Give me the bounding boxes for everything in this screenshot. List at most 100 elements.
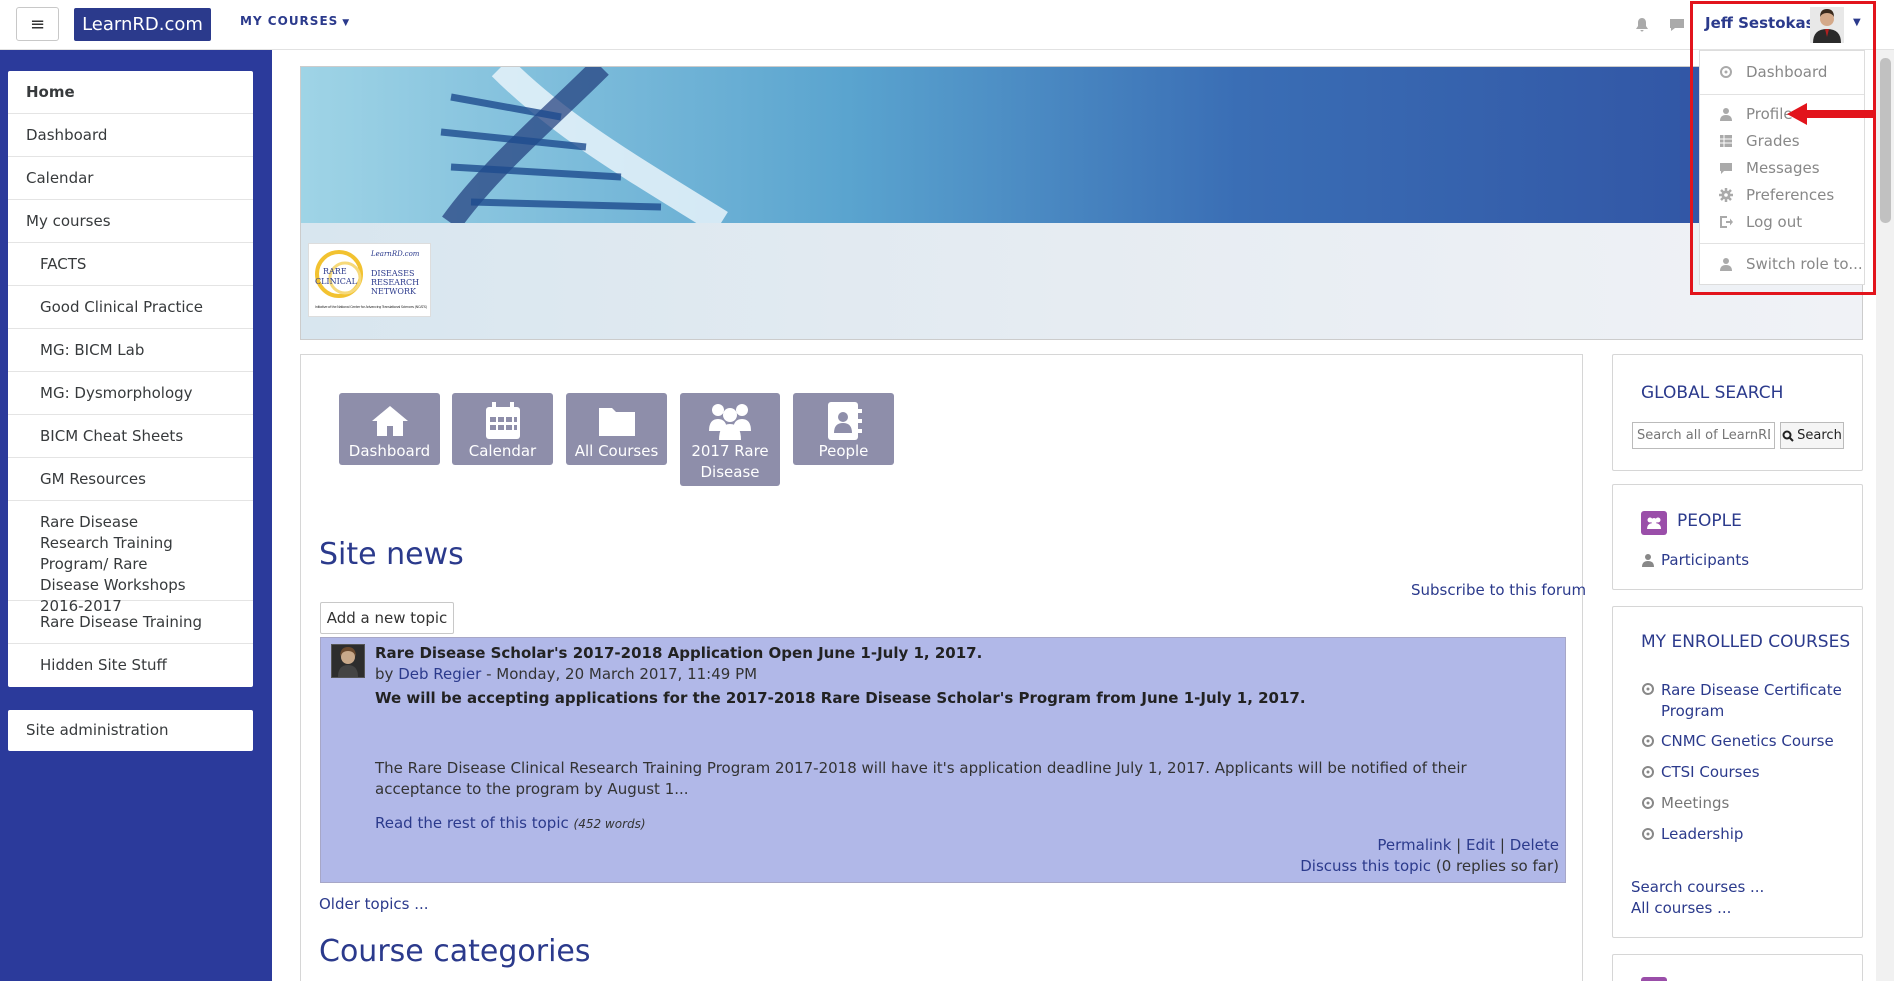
nav-item-dashboard[interactable]: Dashboard <box>8 114 253 157</box>
tile-label-line1: 2017 Rare <box>691 442 769 460</box>
people-title: PEOPLE <box>1677 511 1742 531</box>
edit-link[interactable]: Edit <box>1466 836 1495 854</box>
enrolled-courses-title: MY ENROLLED COURSES <box>1641 632 1851 652</box>
group-icon <box>707 401 753 441</box>
participants-icon <box>1641 553 1655 571</box>
svg-text:RARE: RARE <box>323 267 347 276</box>
older-topics-link[interactable]: Older topics ... <box>319 895 429 913</box>
course-icon <box>1641 796 1655 814</box>
nav-admin-block: Site administration <box>8 710 253 751</box>
tile-dashboard[interactable]: Dashboard <box>339 393 440 465</box>
course-link-leadership[interactable]: Leadership <box>1661 825 1743 843</box>
add-topic-button[interactable]: Add a new topic <box>320 602 454 634</box>
drawer-toggle-button[interactable]: ≡ <box>16 7 59 41</box>
nav-item-site-admin[interactable]: Site administration <box>8 710 253 751</box>
global-search-input[interactable] <box>1632 422 1775 449</box>
post-by: by <box>375 665 394 683</box>
post-actions: Permalink | Edit | Delete <box>1377 836 1559 854</box>
people-icon <box>1641 511 1667 535</box>
block-icon <box>1641 977 1667 981</box>
tile-calendar[interactable]: Calendar <box>452 393 553 465</box>
permalink-link[interactable]: Permalink <box>1377 836 1451 854</box>
svg-text:LearnRD.com: LearnRD.com <box>370 250 420 258</box>
subscribe-forum-link[interactable]: Subscribe to this forum <box>1411 581 1586 599</box>
global-search-title: GLOBAL SEARCH <box>1641 383 1784 403</box>
chevron-down-icon: ▼ <box>342 18 351 28</box>
messages-chat-icon[interactable] <box>1666 14 1688 36</box>
post-author-link[interactable]: Deb Regier <box>398 665 481 683</box>
enrolled-courses-block: MY ENROLLED COURSES Rare Disease Certifi… <box>1612 606 1863 938</box>
nav-course-dysmorphology[interactable]: MG: Dysmorphology <box>8 372 253 415</box>
course-banner: LearnRD.com RARE CLINICAL DISEASES RESEA… <box>300 66 1863 340</box>
post-word-count: (452 words) <box>573 817 646 831</box>
post-title: Rare Disease Scholar's 2017-2018 Applica… <box>375 644 983 662</box>
annotation-arrow <box>1787 103 1875 125</box>
course-link-rd-certificate[interactable]: Rare Disease Certificate Program <box>1661 680 1842 722</box>
home-icon <box>370 401 410 441</box>
course-line2: Program <box>1661 702 1725 720</box>
notifications-bell-icon[interactable] <box>1631 14 1653 36</box>
annotation-highlight-box <box>1690 1 1876 295</box>
nav-course-rd-training[interactable]: Rare Disease Training <box>8 601 253 644</box>
my-courses-menu[interactable]: MY COURSES ▼ <box>240 14 350 28</box>
delete-link[interactable]: Delete <box>1510 836 1559 854</box>
replies-count: (0 replies so far) <box>1435 857 1559 875</box>
course-icon <box>1641 827 1655 845</box>
nav-course-rd-research[interactable]: Rare Disease Research Training Program/ … <box>8 501 253 615</box>
tile-label: All Courses <box>574 442 659 460</box>
search-button[interactable]: Search <box>1780 422 1844 449</box>
tile-rare-disease-page[interactable]: 2017 Rare Disease Page <box>680 393 780 502</box>
tile-people[interactable]: People <box>793 393 894 465</box>
course-icon <box>1641 682 1655 700</box>
svg-text:CLINICAL: CLINICAL <box>315 277 358 286</box>
nav-item-home[interactable]: Home <box>8 71 253 114</box>
post-read-more: Read the rest of this topic (452 words) <box>375 814 646 832</box>
site-news-heading: Site news <box>319 537 464 572</box>
separator: | <box>1456 836 1462 854</box>
course-line1: Rare Disease Certificate <box>1661 681 1842 699</box>
search-icon <box>1782 430 1794 442</box>
global-search-block: GLOBAL SEARCH Search <box>1612 354 1863 471</box>
participants-link[interactable]: Participants <box>1661 551 1749 569</box>
nav-item-my-courses[interactable]: My courses <box>8 200 253 243</box>
course-icon <box>1641 765 1655 783</box>
people-block: PEOPLE Participants <box>1612 484 1863 590</box>
author-avatar[interactable] <box>331 644 365 678</box>
nav-course-bicm-cheat[interactable]: BICM Cheat Sheets <box>8 415 253 458</box>
tile-label: People <box>818 442 869 460</box>
top-navbar: ≡ LearnRD.com MY COURSES ▼ <box>0 0 1894 50</box>
discuss-topic-link[interactable]: Discuss this topic <box>1300 857 1431 875</box>
all-courses-link[interactable]: All courses ... <box>1631 899 1731 917</box>
nav-course-gcp[interactable]: Good Clinical Practice <box>8 286 253 329</box>
course-link-meetings[interactable]: Meetings <box>1661 794 1729 812</box>
nav-drawer: Home Dashboard Calendar My courses FACTS… <box>0 50 272 981</box>
calendar-icon <box>484 401 522 441</box>
post-lead: We will be accepting applications for th… <box>375 689 1306 707</box>
svg-text:NETWORK: NETWORK <box>371 287 417 296</box>
nav-item-calendar[interactable]: Calendar <box>8 157 253 200</box>
course-icon <box>1641 734 1655 752</box>
separator: | <box>1499 836 1505 854</box>
nav-course-bicm-lab[interactable]: MG: BICM Lab <box>8 329 253 372</box>
site-brand-link[interactable]: LearnRD.com <box>74 8 211 41</box>
contact-book-icon <box>825 401 863 441</box>
tile-all-courses[interactable]: All Courses <box>566 393 667 465</box>
course-link-ctsi[interactable]: CTSI Courses <box>1661 763 1760 781</box>
my-courses-label: MY COURSES <box>240 14 339 28</box>
svg-text:RESEARCH: RESEARCH <box>371 278 419 287</box>
read-more-link[interactable]: Read the rest of this topic <box>375 814 569 832</box>
tile-label: Calendar <box>468 442 537 460</box>
course-link-cnmc[interactable]: CNMC Genetics Course <box>1661 732 1834 750</box>
nav-course-facts[interactable]: FACTS <box>8 243 253 286</box>
post-date: - Monday, 20 March 2017, 11:49 PM <box>481 665 758 683</box>
nav-course-gm-resources[interactable]: GM Resources <box>8 458 253 501</box>
svg-text:DISEASES: DISEASES <box>371 269 414 278</box>
tile-label-line2: Disease Page <box>700 463 760 502</box>
svg-text:Initiative of the National Cen: Initiative of the National Center for Ad… <box>315 305 428 309</box>
nav-course-hidden[interactable]: Hidden Site Stuff <box>8 644 253 687</box>
scrollbar-thumb[interactable] <box>1880 58 1891 223</box>
search-courses-link[interactable]: Search courses ... <box>1631 878 1764 896</box>
post-discuss: Discuss this topic (0 replies so far) <box>1300 857 1559 875</box>
tile-label: Dashboard <box>348 442 431 460</box>
post-body: The Rare Disease Clinical Research Train… <box>375 759 1467 798</box>
